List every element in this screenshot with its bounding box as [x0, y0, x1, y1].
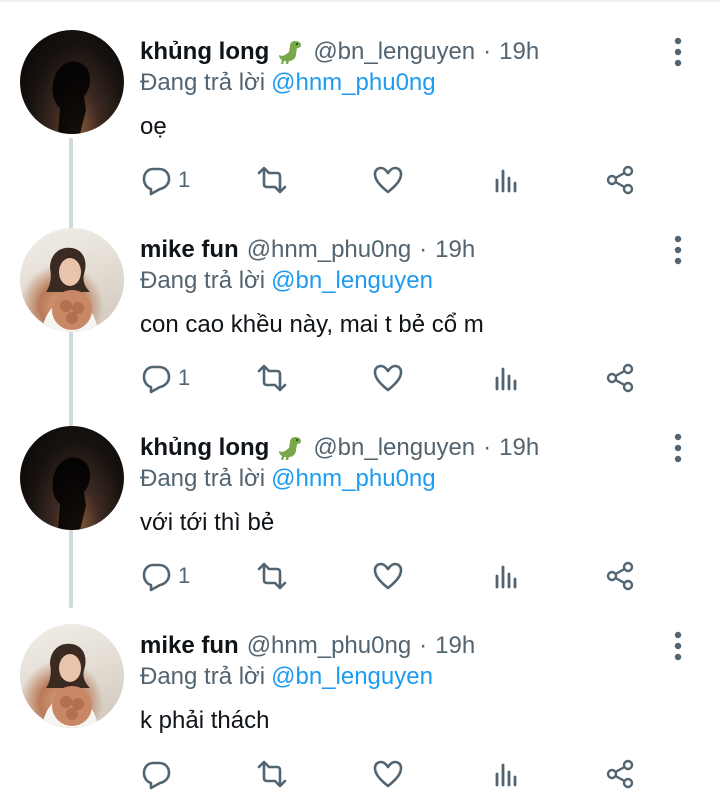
- retweet-icon: [257, 562, 287, 590]
- comment-icon: [142, 563, 171, 592]
- views-button[interactable]: [490, 162, 522, 198]
- bar-chart-icon: [495, 565, 517, 589]
- avatar[interactable]: [20, 624, 124, 728]
- retweet-button[interactable]: [256, 162, 288, 198]
- heart-icon: [373, 364, 403, 392]
- avatar[interactable]: [20, 30, 124, 134]
- separator-dot: ·: [419, 236, 428, 263]
- action-bar: [140, 756, 660, 792]
- vertical-dots-icon: [674, 433, 682, 463]
- silhouette-image: [52, 457, 91, 530]
- action-bar: 1: [140, 558, 660, 594]
- replying-to-handle[interactable]: @hnm_phu0ng: [271, 465, 435, 492]
- tweet[interactable]: khủng long @bn_lenguyen · 19h Đang trả l…: [0, 396, 720, 594]
- heart-icon: [373, 562, 403, 590]
- comment-icon: [142, 761, 171, 790]
- dinosaur-emoji-icon: [279, 437, 302, 460]
- comment-icon: [142, 167, 171, 196]
- heart-icon: [373, 166, 403, 194]
- reply-count: 1: [178, 365, 191, 390]
- tweet-text: với tới thì bẻ: [140, 509, 275, 536]
- comment-icon: [142, 365, 171, 394]
- reply-button[interactable]: 1: [140, 558, 190, 594]
- more-options-button[interactable]: [664, 36, 692, 68]
- share-icon: [606, 165, 634, 195]
- reply-button[interactable]: [140, 756, 178, 792]
- replying-to-handle[interactable]: @bn_lenguyen: [271, 267, 433, 294]
- share-icon: [606, 759, 634, 789]
- share-icon: [606, 363, 634, 393]
- views-button[interactable]: [490, 756, 522, 792]
- share-button[interactable]: [604, 756, 636, 792]
- more-options-button[interactable]: [664, 234, 692, 266]
- portrait-image: [42, 247, 98, 332]
- portrait-image: [42, 643, 98, 728]
- user-handle[interactable]: @hnm_phu0ng: [247, 632, 411, 660]
- user-handle[interactable]: @bn_lenguyen: [313, 38, 475, 66]
- replying-to-label: Đang trả lời: [140, 465, 266, 492]
- heart-icon: [373, 760, 403, 788]
- retweet-button[interactable]: [256, 360, 288, 396]
- bar-chart-icon: [495, 367, 517, 391]
- separator-dot: ·: [419, 632, 428, 659]
- views-button[interactable]: [490, 558, 522, 594]
- display-name[interactable]: mike fun: [140, 236, 239, 264]
- replying-to-handle[interactable]: @hnm_phu0ng: [271, 69, 435, 96]
- timestamp[interactable]: 19h: [499, 38, 539, 66]
- vertical-dots-icon: [674, 37, 682, 67]
- avatar[interactable]: [20, 426, 124, 530]
- replying-to-label: Đang trả lời: [140, 663, 266, 690]
- tweet-text: k phải thách: [140, 707, 270, 734]
- vertical-dots-icon: [674, 631, 682, 661]
- like-button[interactable]: [372, 558, 404, 594]
- tweet-text: con cao khều này, mai t bẻ cổ m: [140, 311, 484, 338]
- share-button[interactable]: [604, 162, 636, 198]
- silhouette-image: [52, 61, 91, 134]
- like-button[interactable]: [372, 756, 404, 792]
- like-button[interactable]: [372, 162, 404, 198]
- dinosaur-emoji-icon: [279, 41, 302, 64]
- display-name[interactable]: khủng long: [140, 434, 269, 462]
- action-bar: 1: [140, 162, 660, 198]
- retweet-icon: [257, 166, 287, 194]
- retweet-button[interactable]: [256, 756, 288, 792]
- reply-count: 1: [178, 563, 191, 588]
- share-icon: [606, 561, 634, 591]
- timestamp[interactable]: 19h: [499, 434, 539, 462]
- bar-chart-icon: [495, 169, 517, 193]
- tweet[interactable]: mike fun @hnm_phu0ng · 19h Đang trả lời @…: [0, 198, 720, 396]
- tweet[interactable]: khủng long @bn_lenguyen · 19h Đang trả l…: [0, 0, 720, 198]
- timestamp[interactable]: 19h: [435, 632, 475, 660]
- user-handle[interactable]: @hnm_phu0ng: [247, 236, 411, 264]
- retweet-icon: [257, 760, 287, 788]
- separator-dot: ·: [483, 434, 492, 461]
- replying-to-label: Đang trả lời: [140, 267, 266, 294]
- replying-to-handle[interactable]: @bn_lenguyen: [271, 663, 433, 690]
- vertical-dots-icon: [674, 235, 682, 265]
- more-options-button[interactable]: [664, 630, 692, 662]
- more-options-button[interactable]: [664, 432, 692, 464]
- share-button[interactable]: [604, 360, 636, 396]
- action-bar: 1: [140, 360, 660, 396]
- retweet-button[interactable]: [256, 558, 288, 594]
- reply-count: 1: [178, 167, 191, 192]
- replying-to-label: Đang trả lời: [140, 69, 266, 96]
- separator-dot: ·: [483, 38, 492, 65]
- avatar[interactable]: [20, 228, 124, 332]
- tweet[interactable]: mike fun @hnm_phu0ng · 19h Đang trả lời @…: [0, 594, 720, 792]
- display-name[interactable]: mike fun: [140, 632, 239, 660]
- views-button[interactable]: [490, 360, 522, 396]
- bar-chart-icon: [495, 763, 517, 787]
- display-name[interactable]: khủng long: [140, 38, 269, 66]
- retweet-icon: [257, 364, 287, 392]
- share-button[interactable]: [604, 558, 636, 594]
- user-handle[interactable]: @bn_lenguyen: [313, 434, 475, 462]
- tweet-text: oẹ: [140, 113, 167, 140]
- reply-button[interactable]: 1: [140, 162, 190, 198]
- timestamp[interactable]: 19h: [435, 236, 475, 264]
- like-button[interactable]: [372, 360, 404, 396]
- reply-button[interactable]: 1: [140, 360, 190, 396]
